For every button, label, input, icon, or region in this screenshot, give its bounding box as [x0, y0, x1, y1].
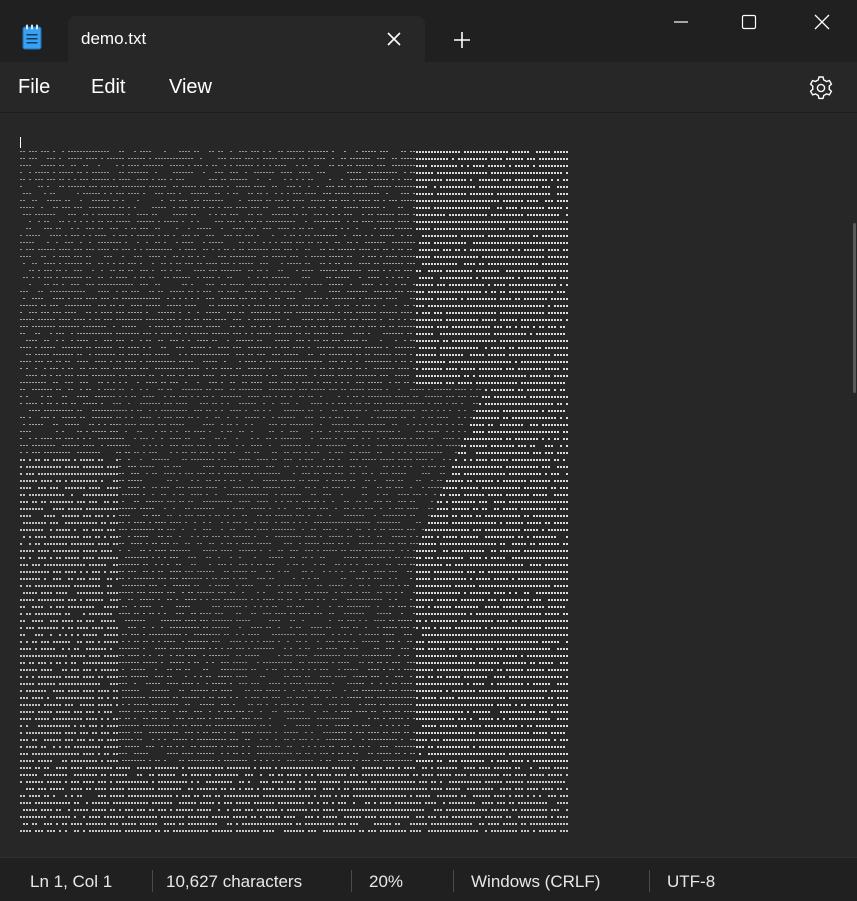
tab-demo-txt[interactable]: demo.txt	[68, 16, 425, 62]
tab-title: demo.txt	[81, 29, 147, 48]
vertical-scrollbar[interactable]	[851, 113, 857, 858]
line-ending[interactable]: Windows (CRLF)	[471, 872, 600, 892]
menu-file[interactable]: File	[18, 76, 50, 99]
ascii-art-text	[20, 151, 568, 832]
menu-bar: File Edit View	[0, 62, 857, 112]
notepad-window: demo.txt File Edit View Ln 1, Col 1 10,6…	[0, 0, 857, 901]
character-count: 10,627 characters	[166, 872, 303, 891]
status-divider	[351, 870, 352, 892]
text-editor[interactable]	[0, 112, 857, 858]
notepad-icon	[22, 24, 42, 50]
minimize-icon	[674, 21, 688, 23]
maximize-icon	[741, 14, 757, 30]
menu-view[interactable]: View	[169, 76, 212, 99]
status-divider	[152, 870, 153, 892]
plus-icon[interactable]	[451, 29, 473, 51]
encoding[interactable]: UTF-8	[667, 872, 715, 892]
maximize-button[interactable]	[715, 0, 783, 44]
zoom-level[interactable]: 20%	[369, 872, 403, 892]
minimize-button[interactable]	[647, 0, 715, 44]
close-icon	[814, 14, 830, 30]
scrollbar-thumb[interactable]	[853, 223, 856, 393]
status-bar: Ln 1, Col 1 10,627 characters 20% Window…	[0, 857, 857, 901]
title-bar: demo.txt	[0, 0, 857, 62]
menu-edit[interactable]: Edit	[91, 76, 125, 99]
status-divider	[453, 870, 454, 892]
close-icon[interactable]	[385, 30, 403, 48]
gear-icon[interactable]	[808, 75, 834, 101]
status-divider	[649, 870, 650, 892]
close-window-button[interactable]	[787, 0, 857, 44]
cursor-position[interactable]: Ln 1, Col 1	[30, 872, 112, 892]
